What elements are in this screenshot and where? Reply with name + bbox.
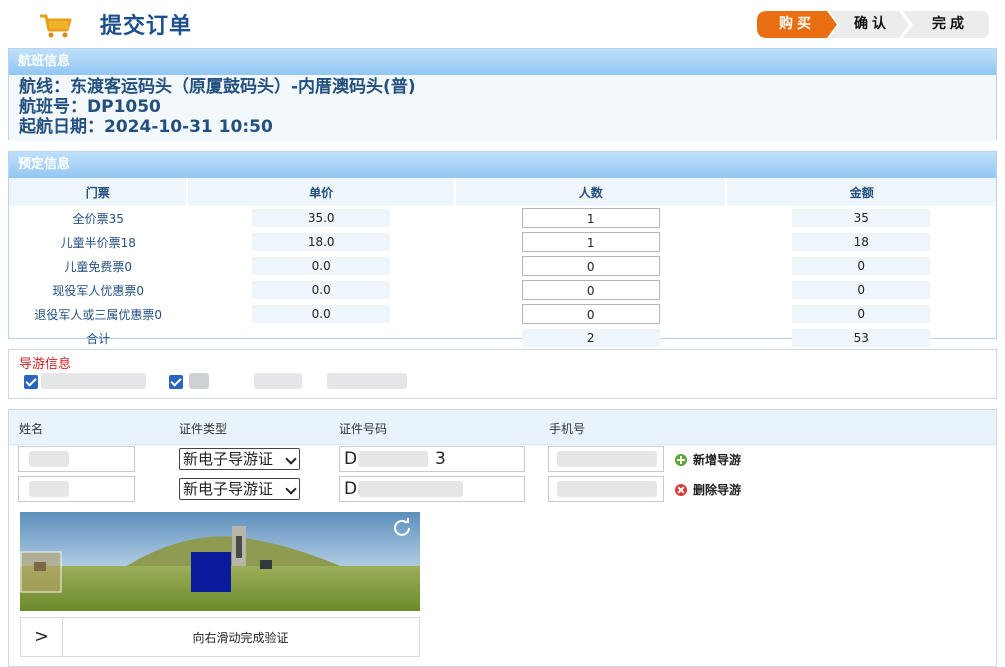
guide-name-4 [327,373,407,389]
step-confirm: 确认 [829,11,909,38]
cart-icon [40,14,72,38]
total-amount: 53 [792,329,931,347]
delete-guide-label: 删除导游 [693,483,742,497]
captcha-slider[interactable]: > 向右滑动完成验证 [20,617,420,657]
date-value: 2024-10-31 10:50 [104,117,273,137]
id-type-value: 新电子导游证 [183,480,274,498]
chevron-down-icon [285,453,297,465]
id-number-prefix: D [344,479,358,499]
id-type-select[interactable]: 新电子导游证 [179,448,300,470]
ticket-amount: 18 [792,233,931,251]
col-phone: 手机号 [549,422,586,436]
ticket-name: 现役军人优惠票0 [52,283,145,298]
ticket-price: 0.0 [252,305,391,323]
step-buy-label: 购买 [779,16,815,32]
add-guide-label: 新增导游 [693,453,742,467]
total-label: 合计 [86,331,111,346]
progress-steps: 购买 确认 完成 [757,11,989,38]
add-icon [675,454,687,466]
flight-no-value: DP1050 [87,97,161,117]
ticket-amount: 0 [792,305,931,323]
guide-name-2 [189,373,209,389]
ticket-name: 儿童免费票0 [64,259,133,274]
phone-input[interactable] [548,446,664,472]
booking-table: 门票 单价 人数 金额 全价票35 35.0 1 35 儿童半价票18 18.0… [9,178,996,350]
ticket-name: 儿童半价票18 [60,235,136,250]
ticket-price: 0.0 [252,257,391,275]
table-row: 儿童免费票0 0.0 0 0 [9,254,996,278]
step-confirm-label: 确认 [854,16,890,32]
delete-icon [675,484,687,496]
slider-handle[interactable]: > [21,618,63,656]
route-label: 航线： [19,77,70,97]
col-ticket: 门票 [9,178,188,206]
step-buy: 购买 [757,11,837,38]
booking-panel: 预定信息 门票 单价 人数 金额 全价票35 35.0 1 35 儿童半价票18… [8,151,997,347]
ticket-count-input[interactable]: 1 [521,208,660,228]
ticket-amount: 35 [792,209,931,227]
total-count: 2 [521,329,660,347]
slider-hint: 向右滑动完成验证 [192,631,289,645]
col-id-type: 证件类型 [179,422,228,436]
col-name: 姓名 [19,422,44,436]
booking-title: 预定信息 [9,152,996,178]
ticket-count-input[interactable]: 0 [521,304,660,324]
step-done-label: 完成 [932,16,968,32]
ticket-price: 18.0 [252,233,391,251]
booking-header-row: 门票 单价 人数 金额 [9,178,996,206]
add-guide-button[interactable]: 新增导游 [675,451,741,468]
table-row: 儿童半价票18 18.0 1 18 [9,230,996,254]
id-number-prefix: D [344,449,358,469]
col-count: 人数 [453,178,727,206]
guide-name-1 [41,373,146,389]
guide-title: 导游信息 [19,357,72,372]
chevron-down-icon [285,483,297,495]
flight-number: 航班号：DP1050 [19,97,986,117]
col-id-number: 证件号码 [339,422,388,436]
table-row: 退役军人或三属优惠票0 0.0 0 0 [9,302,996,326]
col-price: 单价 [186,178,455,206]
guide-name-input[interactable] [18,446,135,472]
col-amount: 金额 [725,178,996,206]
ticket-amount: 0 [792,257,931,275]
captcha-image [20,512,420,611]
ticket-name: 退役军人或三属优惠票0 [34,307,163,322]
table-row: 全价票35 35.0 1 35 [9,206,996,230]
id-number-input[interactable]: D [339,476,525,502]
flight-date: 起航日期：2024-10-31 10:50 [19,117,986,137]
step-done: 完成 [903,11,989,38]
flight-info-panel: 航班信息 航线：东渡客运码头（原厦鼓码头）-内厝澳码头(普) 航班号：DP105… [8,48,997,141]
ticket-price: 0.0 [252,281,391,299]
ticket-amount: 0 [792,281,931,299]
guide-list [9,369,996,395]
ticket-price: 35.0 [252,209,391,227]
id-number-input[interactable]: D 3 [339,446,525,472]
date-label: 起航日期： [19,117,104,137]
flight-info-title: 航班信息 [9,49,996,75]
flight-route: 航线：东渡客运码头（原厦鼓码头）-内厝澳码头(普) [19,77,986,97]
table-row: 现役军人优惠票0 0.0 0 0 [9,278,996,302]
id-type-value: 新电子导游证 [183,450,274,468]
guide-panel: 导游信息 [8,349,997,399]
guide-form-header: 姓名 证件类型 证件号码 手机号 [9,410,996,445]
ticket-count-input[interactable]: 1 [521,232,660,252]
route-value: 东渡客运码头（原厦鼓码头）-内厝澳码头(普) [70,77,416,97]
refresh-icon[interactable] [392,517,412,537]
id-type-select[interactable]: 新电子导游证 [179,478,300,500]
total-row: 合计 2 53 [9,326,996,350]
id-number-suffix: 3 [435,449,446,469]
guide-checkbox-1[interactable] [24,375,38,389]
phone-input[interactable] [548,476,664,502]
guide-checkbox-2[interactable] [169,375,183,389]
ticket-count-input[interactable]: 0 [521,280,660,300]
page-title: 提交订单 [100,14,193,39]
guide-name-input[interactable] [18,476,135,502]
delete-guide-button[interactable]: 删除导游 [675,481,741,498]
flight-no-label: 航班号： [19,97,87,117]
ticket-count-input[interactable]: 0 [521,256,660,276]
ticket-name: 全价票35 [72,211,124,226]
guide-name-3 [254,373,302,389]
